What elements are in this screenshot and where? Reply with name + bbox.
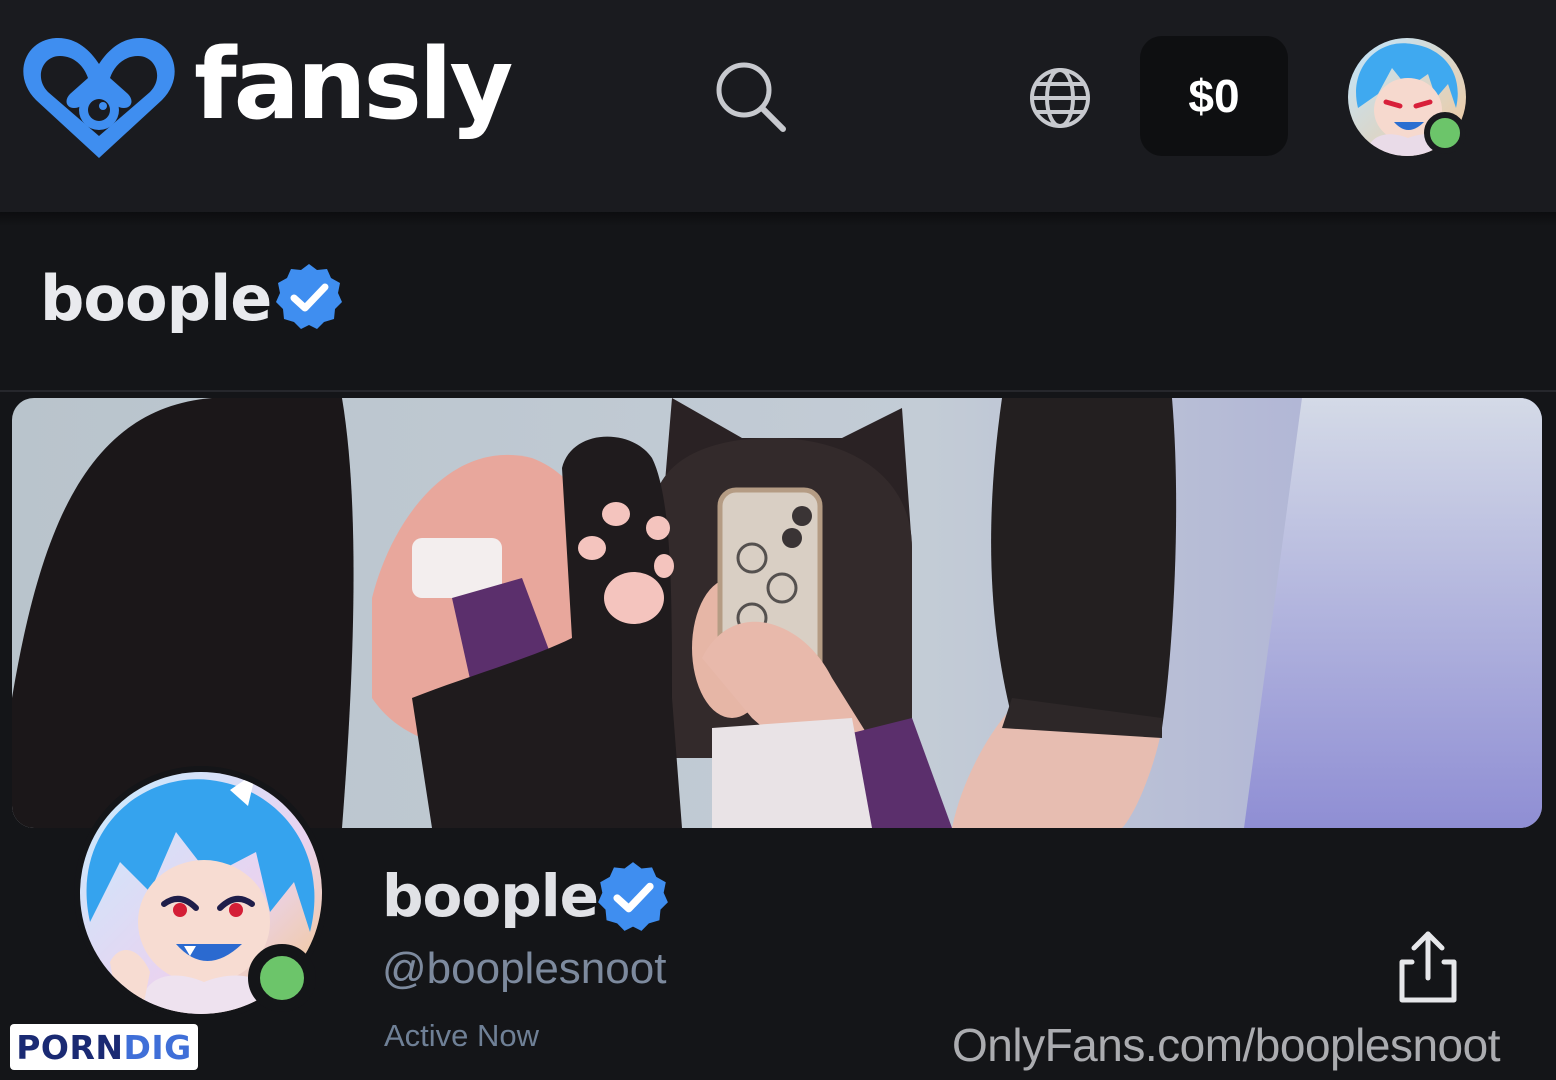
header-divider <box>0 212 1556 226</box>
wallet-balance-button[interactable]: $0 <box>1140 36 1288 156</box>
profile-page: fansly $0 boople boople @booplesnoot Act… <box>0 0 1556 1080</box>
watermark-badge: PORN DIG <box>10 1024 198 1070</box>
verified-badge-icon <box>598 862 668 931</box>
logo-text: fansly <box>194 28 513 142</box>
profile-banner[interactable] <box>12 398 1542 828</box>
share-icon <box>1399 931 1457 1003</box>
watermark-url: OnlyFans.com/booplesnoot <box>952 1019 1500 1071</box>
username-handle[interactable]: @booplesnoot <box>382 944 666 994</box>
verified-badge-icon <box>276 264 342 329</box>
watermark-badge-part2: DIG <box>123 1027 192 1067</box>
heart-logo-icon <box>23 37 175 159</box>
globe-icon <box>1030 68 1090 128</box>
online-indicator <box>1424 112 1466 154</box>
share-button[interactable] <box>1396 930 1460 1004</box>
language-button[interactable] <box>1028 66 1092 130</box>
top-header: fansly $0 <box>0 0 1556 212</box>
search-icon <box>716 62 786 132</box>
search-button[interactable] <box>712 58 788 134</box>
online-indicator <box>248 944 316 1012</box>
banner-photo <box>12 398 1542 828</box>
display-name: boople <box>382 862 599 930</box>
fansly-logo[interactable]: fansly <box>18 32 513 166</box>
activity-status: Active Now <box>384 1018 540 1053</box>
watermark-badge-part1: PORN <box>16 1027 124 1067</box>
page-title: boople <box>40 262 272 335</box>
